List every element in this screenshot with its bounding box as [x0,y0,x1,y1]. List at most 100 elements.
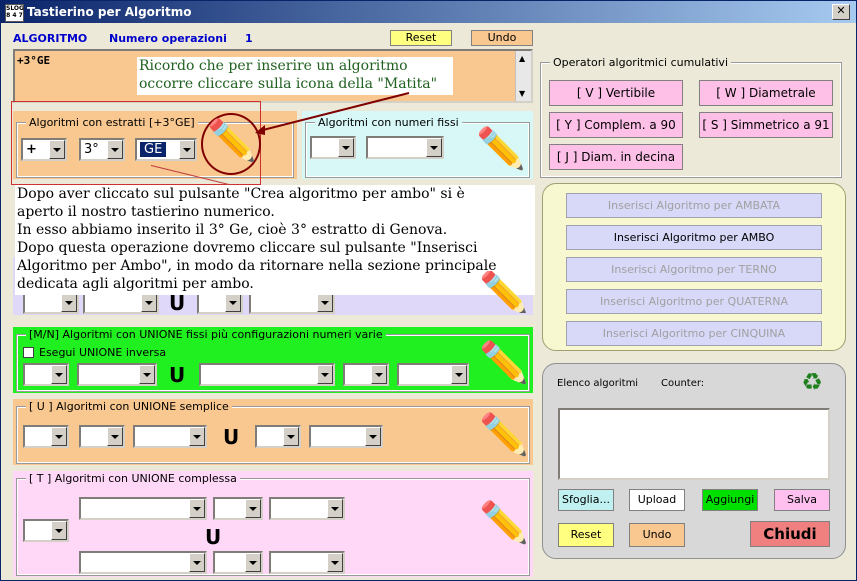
mn-select-1[interactable] [23,363,69,386]
upload-button[interactable]: Upload [629,489,685,511]
union-complex-legend: [ T ] Algoritmi con UNIONE complessa [26,472,240,485]
chevron-down-icon [327,499,343,518]
inserisci-ambata-button[interactable]: Inserisci Algoritmo per AMBATA [566,193,822,218]
inserisci-quaterna-button[interactable]: Inserisci Algoritmo per QUATERNA [566,289,822,314]
chevron-down-icon [245,553,261,572]
mn-inverse-checkbox[interactable] [23,347,34,358]
note-main-line2: aperto il nostro tastierino numerico. [17,204,275,220]
mn-inverse-label: Esegui UNIONE inversa [39,346,167,359]
close-button[interactable]: ✕ [832,4,850,20]
union-complex-symbol: U [205,525,222,549]
chevron-down-icon [451,365,467,384]
mn-panel: [M/N] Algoritmi con UNIONE fissi più con… [13,327,533,393]
union-simple-select-3[interactable] [133,425,207,448]
chevron-down-icon [317,365,333,384]
algo-text: +3°GE [17,54,51,67]
aggiungi-button[interactable]: Aggiungi [702,489,758,511]
elenco-undo-button[interactable]: Undo [629,523,685,547]
chevron-down-icon [51,521,67,540]
union-complex-select-a1[interactable] [79,497,207,520]
mn-select-3[interactable] [199,363,335,386]
mn-union-symbol: U [169,363,186,387]
inserisci-ambo-button[interactable]: Inserisci Algoritmo per AMBO [566,225,822,250]
union-simple-symbol: U [223,425,240,449]
mn-pencil-icon[interactable]: ✏️ [479,341,529,391]
chevron-down-icon [51,427,67,446]
chevron-down-icon [107,427,123,446]
scroll-up-icon[interactable]: ▲ [519,54,525,63]
union-simple-pencil-icon[interactable]: ✏️ [479,413,529,463]
mn-legend: [M/N] Algoritmi con UNIONE fissi più con… [26,328,386,341]
union-simple-select-5[interactable] [309,425,383,448]
salva-button[interactable]: Salva [774,489,830,511]
chevron-down-icon [327,553,343,572]
simmetrico-91-button[interactable]: [ S ] Simmetrico a 91 [699,112,833,138]
recycle-bin-icon[interactable]: ♻ [797,367,827,397]
chevron-down-icon [245,499,261,518]
title-bar[interactable]: SLOG 8 4 7 Tastierino per Algoritmo ✕ [1,1,856,23]
arrow-to-pencil [258,92,410,132]
note-top: Ricordo che per inserire un algoritmo oc… [137,57,453,95]
union-simple-legend: [ U ] Algoritmi con UNIONE semplice [26,400,232,413]
note-main-line3: In esso abbiamo inserito il 3° Ge, cioè … [17,222,448,238]
union-simple-select-1[interactable] [23,425,69,448]
chevron-down-icon [139,365,155,384]
algo-label: ALGORITMO [13,32,88,45]
chevron-down-icon [189,427,205,446]
union-simple-panel: [ U ] Algoritmi con UNIONE semplice U ✏️ [13,399,533,465]
note-main-line5: Algoritmo per Ambo", in modo da ritornar… [17,258,497,274]
reset-button[interactable]: Reset [390,30,452,46]
numops-value: 1 [245,32,253,45]
chevron-down-icon [61,293,77,312]
union-complex-select-b2[interactable] [213,551,263,574]
chevron-down-icon [365,427,381,446]
union-complex-select-op[interactable] [23,519,69,542]
chevron-down-icon [317,293,333,312]
chevron-down-icon [225,293,241,312]
chevron-down-icon [189,553,205,572]
note-main: Dopo aver cliccato sul pulsante "Crea al… [15,185,535,295]
mn-select-2[interactable] [77,363,157,386]
union-complex-select-b3[interactable] [269,551,345,574]
window-title: Tastierino per Algoritmo [27,5,192,19]
chiudi-button[interactable]: Chiudi [750,521,830,547]
union-simple-select-4[interactable] [255,425,301,448]
mn-select-4[interactable] [343,363,389,386]
union-complex-select-b1[interactable] [79,551,207,574]
union-complex-select-a2[interactable] [213,497,263,520]
union-simple-select-2[interactable] [79,425,125,448]
chevron-down-icon [189,499,205,518]
arrow-head-pencil [255,125,265,135]
complem-90-button[interactable]: [ Y ] Complem. a 90 [549,112,683,138]
note-main-line4: Dopo questa operazione dovremo cliccare … [17,240,478,256]
elenco-label: Elenco algoritmi [557,378,639,389]
close-icon: ✕ [836,4,846,17]
app-window: SLOG 8 4 7 Tastierino per Algoritmo ✕ AL… [0,0,857,581]
elenco-reset-button[interactable]: Reset [558,523,614,547]
inserisci-cinquina-button[interactable]: Inserisci Algoritmo per CINQUINA [566,321,822,346]
inserisci-terno-button[interactable]: Inserisci Algoritmo per TERNO [566,257,822,282]
diametrale-button[interactable]: [ W ] Diametrale [699,80,833,106]
chevron-down-icon [51,365,67,384]
note-top-line1: Ricordo che per inserire un algoritmo [139,58,408,74]
union-complex-panel: [ T ] Algoritmi con UNIONE complessa U ✏… [13,471,533,577]
undo-button[interactable]: Undo [471,30,533,46]
cumulativi-legend: Operatori algoritmici cumulativi [550,56,732,69]
app-icon: SLOG 8 4 7 [5,4,24,22]
counter-label: Counter: [661,378,705,389]
note-main-line1: Dopo aver cliccato sul pulsante "Crea al… [17,186,465,202]
note-main-line6: dedicata agli algoritmi per ambo. [17,276,254,292]
union-complex-select-a3[interactable] [269,497,345,520]
union-complex-pencil-icon[interactable]: ✏️ [479,501,529,551]
mn-select-5[interactable] [397,363,469,386]
chevron-down-icon [371,365,387,384]
sfoglia-button[interactable]: Sfoglia... [558,489,614,511]
arrow-to-estratti [151,164,232,186]
chevron-down-icon [141,293,157,312]
chevron-down-icon [283,427,299,446]
vertibile-button[interactable]: [ V ] Vertibile [549,80,683,106]
elenco-list[interactable] [558,408,830,480]
lavender-pencil-icon[interactable]: ✏️ [479,271,529,313]
numops-label: Numero operazioni [109,32,227,45]
diam-decina-button[interactable]: [ J ] Diam. in decina [549,144,683,170]
